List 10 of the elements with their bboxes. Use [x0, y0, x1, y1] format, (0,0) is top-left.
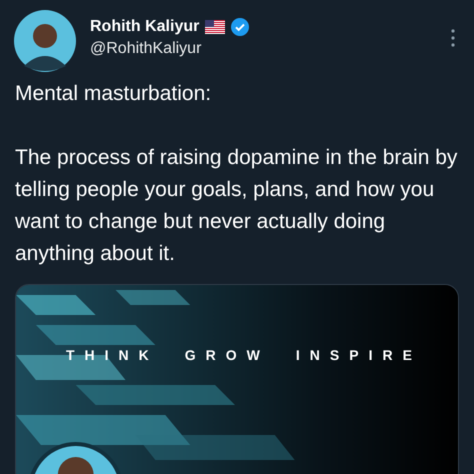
- author-handle[interactable]: @RohithKaliyur: [90, 40, 450, 58]
- tweet-text: Mental masturbation:: [15, 81, 212, 107]
- avatar[interactable]: [14, 10, 76, 72]
- flag-icon: [205, 20, 226, 34]
- tweet-text: The process of raising dopamine in the brain by telling people your goals, plans, and how you want to change but never actually doing anything about it.: [15, 145, 458, 267]
- banner-word: INSPIRE: [296, 347, 422, 363]
- more-icon[interactable]: [450, 28, 456, 48]
- banner-word: GROW: [184, 347, 270, 363]
- author-name[interactable]: Rohith Kaliyur: [90, 18, 200, 36]
- banner-word: THINK: [66, 347, 159, 363]
